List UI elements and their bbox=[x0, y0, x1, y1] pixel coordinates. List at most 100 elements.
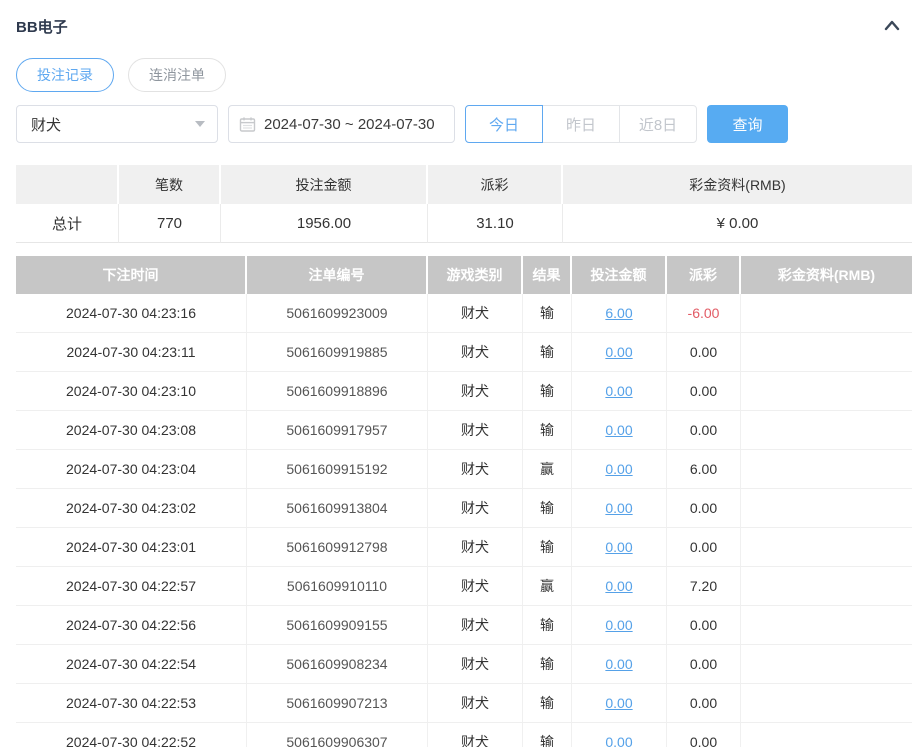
summary-header-row: 笔数投注金额派彩彩金资料(RMB) bbox=[16, 165, 912, 204]
cell-payout: 0.00 bbox=[667, 723, 741, 747]
summary-header-cell: 彩金资料(RMB) bbox=[563, 165, 912, 204]
date-range-input[interactable]: 2024-07-30 ~ 2024-07-30 bbox=[228, 105, 455, 143]
table-row: 2024-07-30 04:23:085061609917957财犬输0.000… bbox=[16, 411, 912, 450]
cell-time: 2024-07-30 04:23:11 bbox=[16, 333, 247, 371]
table-body: 2024-07-30 04:23:165061609923009财犬输6.00-… bbox=[16, 294, 912, 747]
cell-order: 5061609906307 bbox=[247, 723, 428, 747]
table-header-cell: 投注金额 bbox=[572, 256, 667, 294]
cell-bet: 0.00 bbox=[572, 450, 667, 488]
cell-time: 2024-07-30 04:22:56 bbox=[16, 606, 247, 644]
bet-amount-link[interactable]: 0.00 bbox=[605, 500, 632, 516]
cell-order: 5061609912798 bbox=[247, 528, 428, 566]
summary-header-cell: 派彩 bbox=[428, 165, 563, 204]
last-8-days-button[interactable]: 近8日 bbox=[619, 105, 697, 143]
cell-payout: 0.00 bbox=[667, 684, 741, 722]
cell-order: 5061609917957 bbox=[247, 411, 428, 449]
summary-table: 笔数投注金额派彩彩金资料(RMB) 总计7701956.0031.10¥ 0.0… bbox=[16, 165, 912, 243]
cell-bet: 0.00 bbox=[572, 333, 667, 371]
caret-down-icon bbox=[195, 121, 205, 127]
bet-amount-link[interactable]: 0.00 bbox=[605, 344, 632, 360]
cell-result: 输 bbox=[523, 489, 572, 527]
cell-game: 财犬 bbox=[428, 606, 523, 644]
summary-header-cell bbox=[16, 165, 119, 204]
cell-bet: 6.00 bbox=[572, 294, 667, 332]
bet-amount-link[interactable]: 0.00 bbox=[605, 695, 632, 711]
cell-game: 财犬 bbox=[428, 411, 523, 449]
cell-game: 财犬 bbox=[428, 528, 523, 566]
cell-payout: 0.00 bbox=[667, 333, 741, 371]
cell-game: 财犬 bbox=[428, 723, 523, 747]
cell-result: 输 bbox=[523, 645, 572, 683]
cell-bonus bbox=[741, 294, 912, 332]
summary-total-value: ¥ 0.00 bbox=[563, 204, 912, 243]
cell-result: 输 bbox=[523, 333, 572, 371]
cell-result: 输 bbox=[523, 528, 572, 566]
cell-result: 输 bbox=[523, 723, 572, 747]
cell-bonus bbox=[741, 333, 912, 371]
cell-bonus bbox=[741, 723, 912, 747]
cell-bet: 0.00 bbox=[572, 489, 667, 527]
bet-amount-link[interactable]: 0.00 bbox=[605, 539, 632, 555]
today-button[interactable]: 今日 bbox=[465, 105, 543, 143]
cell-payout: 6.00 bbox=[667, 450, 741, 488]
table-row: 2024-07-30 04:23:025061609913804财犬输0.000… bbox=[16, 489, 912, 528]
cell-game: 财犬 bbox=[428, 294, 523, 332]
cell-bonus bbox=[741, 450, 912, 488]
bet-amount-link[interactable]: 0.00 bbox=[605, 734, 632, 747]
cell-time: 2024-07-30 04:22:57 bbox=[16, 567, 247, 605]
table-row: 2024-07-30 04:23:045061609915192财犬赢0.006… bbox=[16, 450, 912, 489]
bet-amount-link[interactable]: 0.00 bbox=[605, 617, 632, 633]
cell-game: 财犬 bbox=[428, 450, 523, 488]
table-row: 2024-07-30 04:23:015061609912798财犬输 0.00 0… bbox=[16, 528, 912, 567]
table-row: 2024-07-30 04:22:535061609907213财犬输0.000… bbox=[16, 684, 912, 723]
bet-amount-link[interactable]: 0.00 bbox=[605, 578, 632, 594]
cell-time: 2024-07-30 04:22:52 bbox=[16, 723, 247, 747]
table-row: 2024-07-30 04:22:545061609908234财犬输0.000… bbox=[16, 645, 912, 684]
cell-time: 2024-07-30 04:23:10 bbox=[16, 372, 247, 410]
cell-payout: -6.00 bbox=[667, 294, 741, 332]
tab-cancelled-orders[interactable]: 连消注单 bbox=[128, 58, 226, 92]
cell-time: 2024-07-30 04:23:04 bbox=[16, 450, 247, 488]
cell-bonus bbox=[741, 645, 912, 683]
bet-amount-link[interactable]: 0.00 bbox=[605, 656, 632, 672]
cell-bet: 0.00 bbox=[572, 567, 667, 605]
date-range-value: 2024-07-30 ~ 2024-07-30 bbox=[264, 116, 435, 133]
cell-result: 输 bbox=[523, 372, 572, 410]
table-row: 2024-07-30 04:22:565061609909155财犬输0.000… bbox=[16, 606, 912, 645]
cell-game: 财犬 bbox=[428, 645, 523, 683]
summary-header-cell: 投注金额 bbox=[221, 165, 428, 204]
summary-total-value: 31.10 bbox=[428, 204, 563, 243]
collapse-button[interactable] bbox=[880, 14, 904, 38]
records-table: 下注时间注单编号游戏类别结果投注金额派彩彩金资料(RMB) 2024-07-30… bbox=[16, 256, 912, 747]
bet-amount-link[interactable]: 0.00 bbox=[605, 383, 632, 399]
table-header-cell: 结果 bbox=[523, 256, 572, 294]
table-header-cell: 游戏类别 bbox=[428, 256, 523, 294]
cell-result: 赢 bbox=[523, 567, 572, 605]
yesterday-button[interactable]: 昨日 bbox=[542, 105, 620, 143]
bet-amount-link[interactable]: 0.00 bbox=[605, 422, 632, 438]
cell-game: 财犬 bbox=[428, 489, 523, 527]
bet-amount-link[interactable]: 6.00 bbox=[605, 305, 632, 321]
summary-total-row: 总计7701956.0031.10¥ 0.00 bbox=[16, 204, 912, 243]
cell-bet: 0.00 bbox=[572, 606, 667, 644]
quick-date-group: 今日 昨日 近8日 bbox=[465, 105, 697, 143]
cell-time: 2024-07-30 04:23:16 bbox=[16, 294, 247, 332]
query-button[interactable]: 查询 bbox=[707, 105, 788, 143]
cell-payout: 0.00 bbox=[667, 489, 741, 527]
cell-bonus bbox=[741, 489, 912, 527]
game-select[interactable]: 财犬 bbox=[16, 105, 218, 143]
cell-bet: 0.00 bbox=[572, 411, 667, 449]
cell-payout: 0.00 bbox=[667, 528, 741, 566]
summary-header-cell: 笔数 bbox=[119, 165, 221, 204]
cell-payout: 0.00 bbox=[667, 645, 741, 683]
cell-order: 5061609908234 bbox=[247, 645, 428, 683]
cell-time: 2024-07-30 04:23:01 bbox=[16, 528, 247, 566]
cell-payout: 0.00 bbox=[667, 606, 741, 644]
cell-result: 赢 bbox=[523, 450, 572, 488]
cell-game: 财犬 bbox=[428, 333, 523, 371]
bet-amount-link[interactable]: 0.00 bbox=[605, 461, 632, 477]
cell-order: 5061609919885 bbox=[247, 333, 428, 371]
tab-bet-records[interactable]: 投注记录 bbox=[16, 58, 114, 92]
cell-bet: 0.00 bbox=[572, 645, 667, 683]
cell-order: 5061609918896 bbox=[247, 372, 428, 410]
